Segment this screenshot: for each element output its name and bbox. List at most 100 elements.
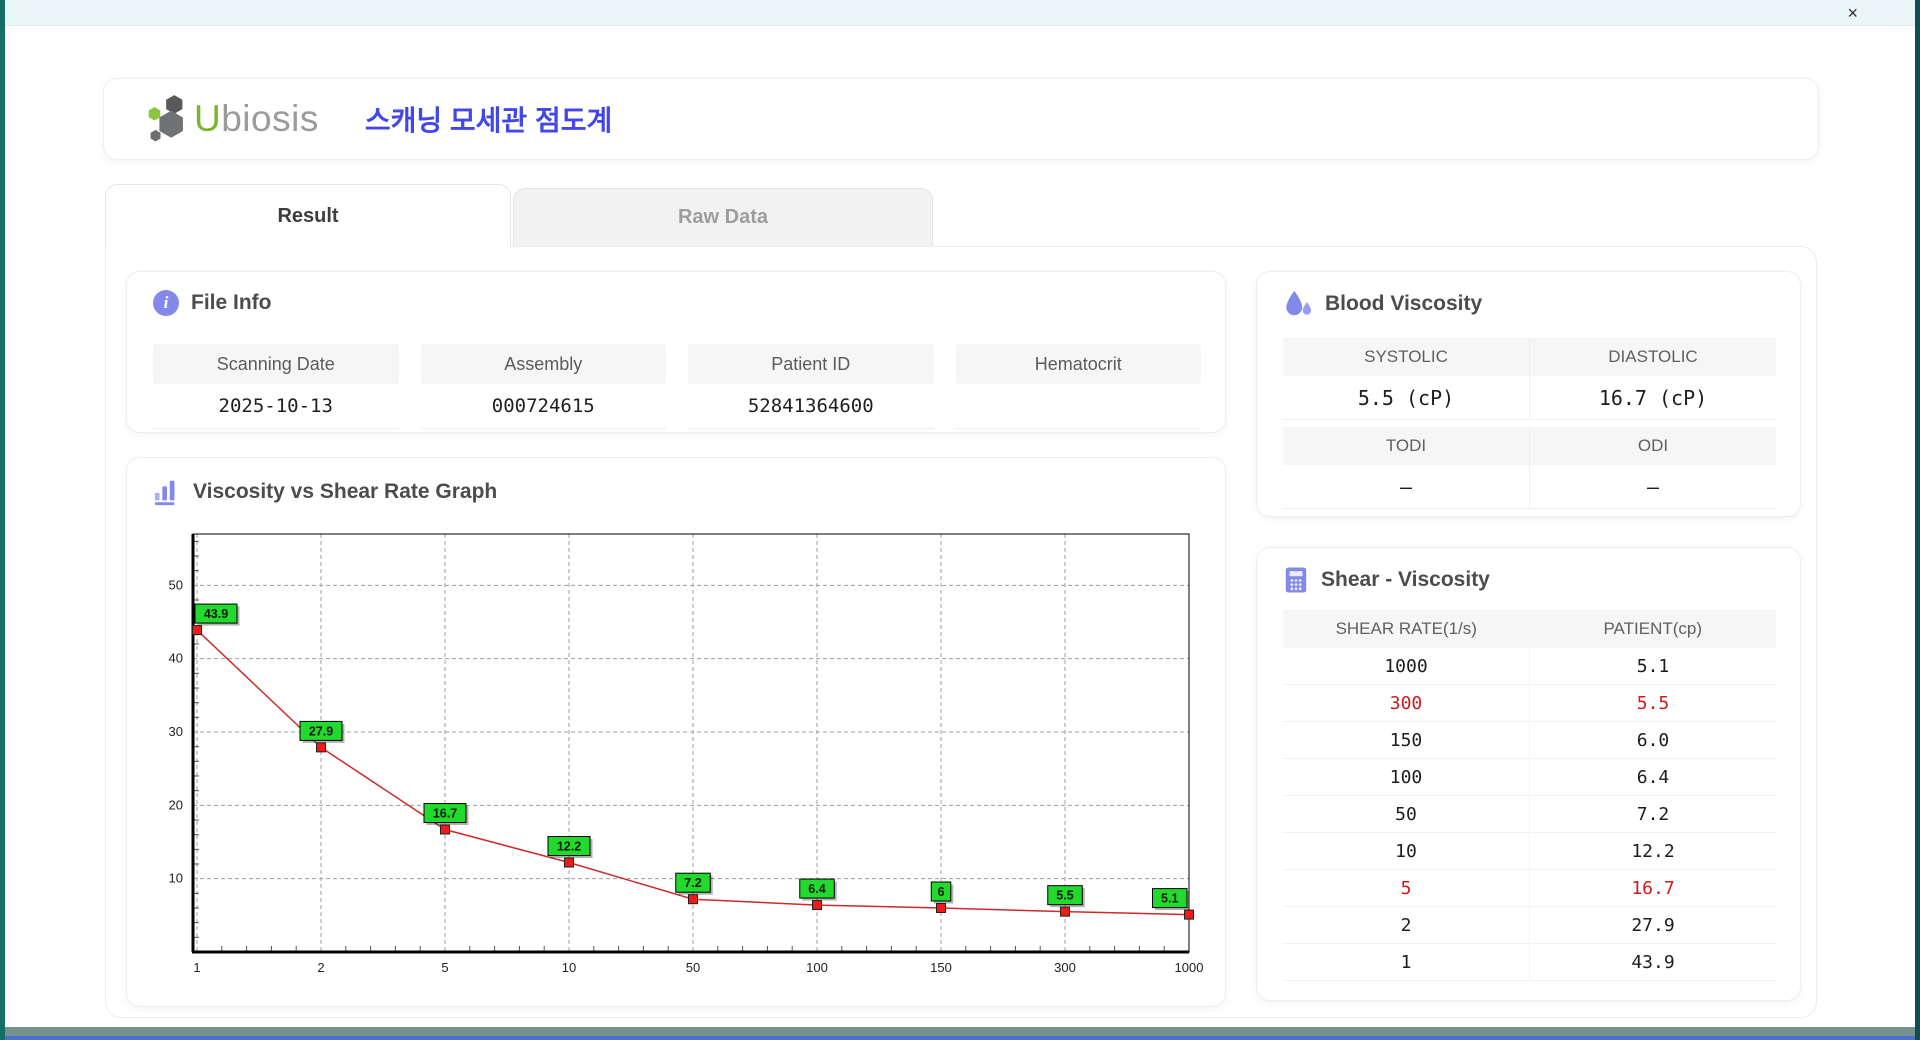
table-row: 10 12.2 <box>1283 833 1776 870</box>
window-left-border <box>0 0 5 1040</box>
x-tick-label: 150 <box>930 960 952 975</box>
sv-shear-cell: 100 <box>1389 766 1423 788</box>
x-tick-label: 300 <box>1054 960 1076 975</box>
table-row: 1 43.9 <box>1283 944 1776 981</box>
data-label-text: 6 <box>938 885 945 899</box>
line-chart-svg: 10 20 30 40 50 1 2 5 10 50 100 150 300 1000 43.9 27.9 16… <box>169 533 1204 975</box>
field-value: 2025-10-13 <box>153 384 399 429</box>
y-tick-label: 30 <box>169 724 183 739</box>
bv-header-cell: DIASTOLIC <box>1529 338 1776 376</box>
sv-patient-cell: 43.9 <box>1529 944 1776 980</box>
data-point-marker <box>1060 906 1070 917</box>
sv-header-cell: PATIENT(cp) <box>1603 619 1703 638</box>
window-titlebar: × <box>0 0 1920 26</box>
x-tick-label: 2 <box>317 960 324 975</box>
data-label-text: 6.4 <box>808 882 825 896</box>
data-label-text: 27.9 <box>309 724 333 738</box>
window-bottom-bar-blue <box>0 1036 1920 1040</box>
data-point-marker <box>936 903 946 913</box>
sv-shear-cell: 1 <box>1400 951 1412 973</box>
tab-result[interactable]: Result <box>105 184 511 248</box>
shear-viscosity-table: SHEAR RATE(1/s) PATIENT(cp) 1000 5.1 300 5.5 1… <box>1283 610 1776 981</box>
table-row: 150 6.0 <box>1283 722 1776 759</box>
sv-patient-cell: 27.9 <box>1529 907 1776 943</box>
table-row: 50 7.2 <box>1283 796 1776 833</box>
sv-patient-cell: 7.2 <box>1529 796 1776 832</box>
bv-value-cell: 16.7 (cP) <box>1529 376 1776 420</box>
data-point-marker <box>564 857 574 868</box>
sv-shear-cell: 50 <box>1395 803 1417 825</box>
info-icon: i <box>153 290 179 316</box>
app-header: Ubiosis 스캐닝 모세관 점도계 <box>103 78 1819 160</box>
data-point-marker <box>1184 909 1194 920</box>
blood-viscosity-card: Blood Viscosity SYSTOLIC DIASTOLIC 5.5 (cP… <box>1256 271 1801 517</box>
tab-raw-data[interactable]: Raw Data <box>513 188 933 246</box>
data-label-text: 5.5 <box>1056 889 1073 903</box>
sv-shear-cell: 10 <box>1395 840 1417 862</box>
field-value <box>955 384 1201 429</box>
data-point-marker <box>192 625 202 636</box>
hexagon-cluster-icon <box>148 95 183 142</box>
data-point-marker <box>812 900 822 911</box>
ubiosis-logo: Ubiosis <box>146 93 319 145</box>
sv-header-cell: SHEAR RATE(1/s) <box>1335 619 1477 638</box>
field-label: Patient ID <box>688 344 934 384</box>
sv-shear-cell: 150 <box>1389 729 1423 751</box>
data-point-marker <box>440 824 450 835</box>
field-value: 52841364600 <box>688 384 934 429</box>
bv-header-cell: TODI <box>1283 427 1529 465</box>
calculator-icon <box>1285 567 1307 593</box>
x-tick-label: 1 <box>193 960 200 975</box>
sv-shear-cell: 1000 <box>1384 655 1428 677</box>
window-bottom-bar-teal <box>0 1027 1920 1036</box>
sv-patient-cell: 16.7 <box>1529 870 1776 906</box>
bv-value-cell: – <box>1529 465 1776 509</box>
bv-value-row: 5.5 (cP) 16.7 (cP) <box>1283 376 1776 420</box>
blood-viscosity-table: SYSTOLIC DIASTOLIC 5.5 (cP) 16.7 (cP) TODI OD… <box>1283 338 1776 509</box>
field-label: Hematocrit <box>955 344 1201 384</box>
y-tick-label: 20 <box>169 797 183 812</box>
file-info-field: Patient ID 52841364600 <box>688 344 934 429</box>
data-label-text: 16.7 <box>433 807 457 821</box>
data-label-text: 12.2 <box>557 840 581 854</box>
close-icon[interactable]: × <box>1847 2 1858 24</box>
data-label-text: 5.1 <box>1161 892 1178 906</box>
table-row: 5 16.7 <box>1283 870 1776 907</box>
field-value: 000724615 <box>420 384 666 429</box>
page-title: 스캐닝 모세관 점도계 <box>364 105 613 136</box>
sv-shear-cell: 5 <box>1400 877 1412 899</box>
table-row: 1000 5.1 <box>1283 648 1776 685</box>
file-info-field: Scanning Date 2025-10-13 <box>153 344 399 429</box>
sv-patient-cell: 12.2 <box>1529 833 1776 869</box>
field-label: Scanning Date <box>153 344 399 384</box>
y-tick-label: 40 <box>169 651 183 666</box>
bv-value-cell: 5.5 (cP) <box>1283 376 1529 420</box>
file-info-title: File Info <box>191 291 272 314</box>
sv-patient-cell: 5.5 <box>1529 685 1776 721</box>
sv-patient-cell: 6.0 <box>1529 722 1776 758</box>
x-tick-label: 50 <box>686 960 700 975</box>
data-label-text: 43.9 <box>204 607 228 621</box>
bv-header-cell: ODI <box>1529 427 1776 465</box>
viscosity-shear-chart: 10 20 30 40 50 1 2 5 10 50 100 150 300 1000 43.9 27.9 16… <box>145 520 1209 998</box>
bv-header-cell: SYSTOLIC <box>1283 338 1529 376</box>
sv-shear-cell: 2 <box>1400 914 1412 936</box>
sv-header-row: SHEAR RATE(1/s) PATIENT(cp) <box>1283 610 1776 648</box>
x-tick-label: 5 <box>441 960 448 975</box>
data-point-marker <box>316 742 326 753</box>
shear-viscosity-title: Shear - Viscosity <box>1321 568 1490 591</box>
file-info-card: i File Info Scanning Date 2025-10-13 Assem… <box>126 271 1226 433</box>
bv-value-row: – – <box>1283 465 1776 509</box>
bv-header-row: TODI ODI <box>1283 427 1776 465</box>
logo-text: Ubiosis <box>194 98 319 139</box>
x-tick-label: 1000 <box>1175 960 1204 975</box>
sv-patient-cell: 6.4 <box>1529 759 1776 795</box>
field-label: Assembly <box>420 344 666 384</box>
y-tick-label: 10 <box>169 871 183 886</box>
result-tab-panel: i File Info Scanning Date 2025-10-13 Assem… <box>105 246 1817 1018</box>
x-tick-label: 100 <box>806 960 828 975</box>
file-info-field: Hematocrit <box>955 344 1201 429</box>
bv-row-gap <box>1283 420 1776 427</box>
x-tick-label: 10 <box>562 960 576 975</box>
graph-title: Viscosity vs Shear Rate Graph <box>193 480 498 503</box>
